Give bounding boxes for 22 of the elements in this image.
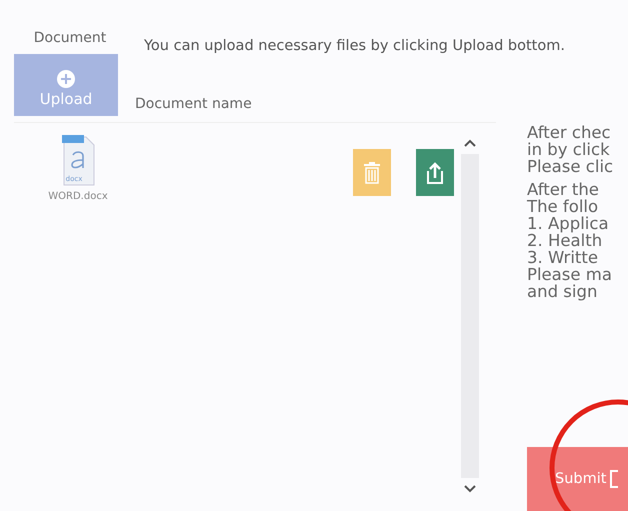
instruction-line: in by click xyxy=(527,141,611,158)
instruction-text: You can upload necessary files by clicking Upload bottom. xyxy=(144,38,565,54)
plus-circle-icon xyxy=(56,69,76,89)
file-name: WORD.docx xyxy=(48,191,108,202)
instruction-line: Please clic xyxy=(527,158,614,175)
instruction-line: Please ma xyxy=(527,266,613,283)
instruction-line: After chec xyxy=(527,124,612,141)
upload-button[interactable]: Upload xyxy=(14,54,118,116)
scroll-up-icon[interactable] xyxy=(463,139,477,148)
upload-arrow-icon xyxy=(425,162,445,184)
upload-file-button[interactable] xyxy=(416,149,454,196)
trash-icon xyxy=(363,162,381,184)
instruction-line: The follo xyxy=(527,198,600,215)
instruction-line: 2. Health xyxy=(527,232,602,249)
instruction-line: 3. Writte xyxy=(527,249,600,266)
section-label: Document xyxy=(34,30,106,46)
instruction-line: and sign xyxy=(527,283,598,300)
scroll-down-icon[interactable] xyxy=(463,484,477,493)
instruction-line: 1. Applica xyxy=(527,215,610,232)
submit-button[interactable]: Submit xyxy=(527,447,628,511)
instruction-line: After the xyxy=(527,181,600,198)
column-header: Document name xyxy=(135,96,253,112)
